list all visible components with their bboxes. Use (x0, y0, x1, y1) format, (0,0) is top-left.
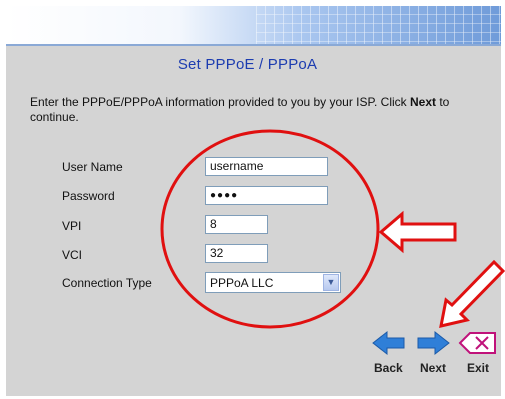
exit-label[interactable]: Exit (467, 361, 489, 375)
back-arrow-icon[interactable] (372, 330, 405, 356)
exit-icon[interactable] (458, 332, 496, 354)
annotation-layer (160, 129, 505, 356)
next-arrow-icon[interactable] (417, 330, 450, 356)
next-label[interactable]: Next (420, 361, 446, 375)
highlight-ellipse (160, 129, 380, 329)
back-button[interactable] (372, 330, 405, 356)
callout-arrow-left (378, 210, 457, 254)
next-button[interactable] (417, 330, 450, 356)
exit-button[interactable] (458, 332, 496, 354)
callout-arrow-next (439, 259, 505, 328)
back-label[interactable]: Back (374, 361, 403, 375)
